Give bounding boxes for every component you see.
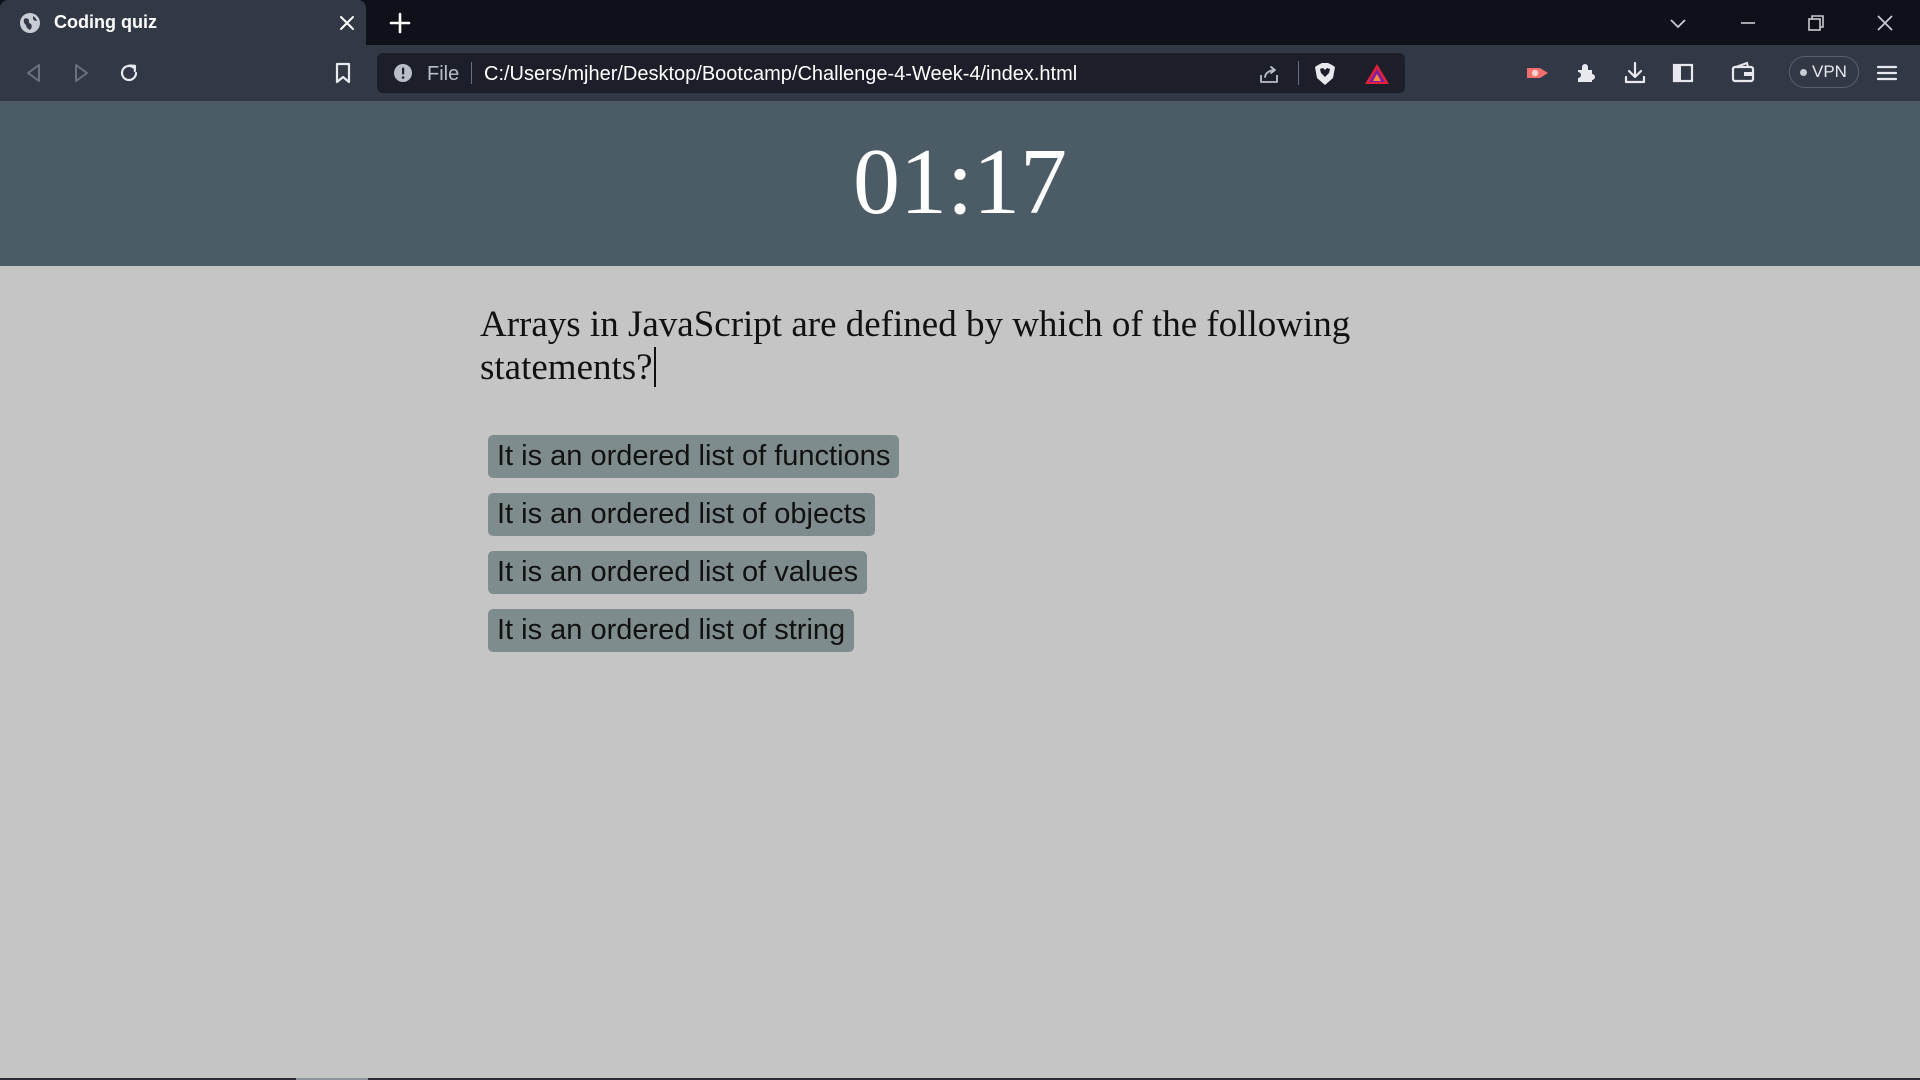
question-label: Arrays in JavaScript are defined by whic… xyxy=(480,304,1351,388)
tab-strip: Coding quiz xyxy=(0,0,1920,45)
back-icon[interactable] xyxy=(20,59,48,87)
answer-button-string[interactable]: It is an ordered list of string xyxy=(488,609,855,652)
globe-icon xyxy=(20,13,40,33)
restore-icon[interactable] xyxy=(1804,11,1828,35)
reload-icon[interactable] xyxy=(115,59,143,87)
leo-icon[interactable] xyxy=(1524,59,1552,87)
brave-rewards-icon[interactable] xyxy=(1364,62,1390,86)
wallet-icon[interactable] xyxy=(1729,59,1757,87)
answer-button-objects[interactable]: It is an ordered list of objects xyxy=(488,493,876,536)
brave-shield-icon[interactable] xyxy=(1313,61,1337,87)
new-tab-plus-icon[interactable] xyxy=(388,11,412,35)
tab-title: Coding quiz xyxy=(54,12,157,32)
url-scheme-label: File xyxy=(427,63,460,85)
answer-button-values[interactable]: It is an ordered list of values xyxy=(488,551,868,594)
minimize-icon[interactable] xyxy=(1736,11,1760,35)
menu-icon[interactable] xyxy=(1873,59,1901,87)
vpn-label: VPN xyxy=(1812,62,1847,81)
extensions-icon[interactable] xyxy=(1573,59,1601,87)
sidebar-icon[interactable] xyxy=(1669,59,1697,87)
answer-button-functions[interactable]: It is an ordered list of functions xyxy=(488,435,900,478)
browser-tab[interactable]: Coding quiz xyxy=(0,0,366,45)
text-caret xyxy=(653,347,656,387)
browser-toolbar: File C:/Users/mjher/Desktop/Bootcamp/Cha… xyxy=(0,45,1920,101)
share-icon[interactable] xyxy=(1257,62,1281,86)
url-separator xyxy=(471,62,472,84)
answer-list: It is an ordered list of functions It is… xyxy=(488,435,900,667)
close-icon[interactable] xyxy=(1873,11,1897,35)
bookmark-icon[interactable] xyxy=(329,59,357,87)
tab-close-icon[interactable] xyxy=(337,13,357,33)
forward-icon[interactable] xyxy=(67,59,95,87)
timer-header: 01:17 xyxy=(0,101,1920,266)
countdown-timer: 01:17 xyxy=(852,130,1068,234)
tab-search-icon[interactable] xyxy=(1666,11,1690,35)
info-icon[interactable] xyxy=(393,63,413,83)
url-text[interactable]: C:/Users/mjher/Desktop/Bootcamp/Challeng… xyxy=(484,62,1077,86)
download-icon[interactable] xyxy=(1621,59,1649,87)
quiz-page: 01:17 Arrays in JavaScript are defined b… xyxy=(0,101,1920,1080)
vpn-button[interactable]: VPN xyxy=(1789,56,1859,88)
url-divider xyxy=(1298,61,1299,85)
question-text: Arrays in JavaScript are defined by whic… xyxy=(480,303,1420,389)
vpn-status-dot xyxy=(1800,69,1807,76)
address-bar[interactable]: File C:/Users/mjher/Desktop/Bootcamp/Cha… xyxy=(377,53,1405,93)
